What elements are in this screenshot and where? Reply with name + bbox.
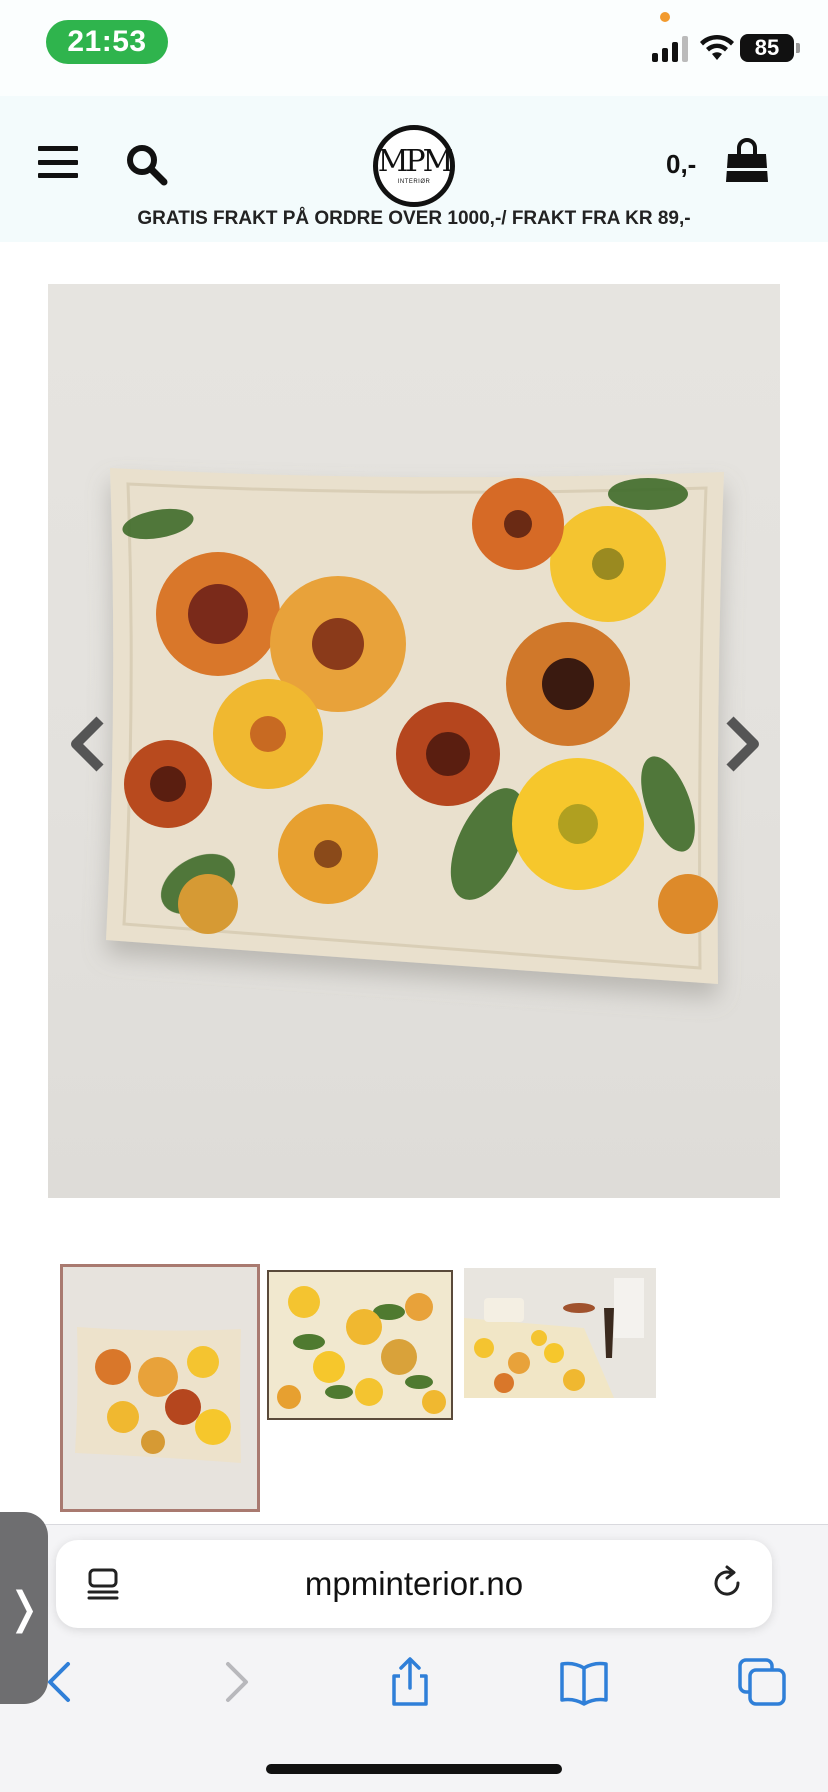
sunflower-pillow-image: [106, 468, 724, 984]
back-icon[interactable]: [34, 1656, 86, 1708]
site-logo[interactable]: MPM INTERIØR: [373, 125, 455, 207]
chevron-left-icon[interactable]: [64, 714, 114, 774]
battery-icon: 85: [740, 34, 800, 62]
shopping-bag-icon[interactable]: [724, 138, 770, 184]
home-indicator: [266, 1764, 562, 1774]
cart-total[interactable]: 0,-: [666, 149, 696, 180]
menu-icon[interactable]: [38, 146, 78, 178]
product-main-image[interactable]: [48, 284, 780, 1198]
thumbnail-strip: [60, 1264, 760, 1514]
reload-icon[interactable]: [708, 1564, 746, 1602]
url-address-bar[interactable]: mpminterior.no: [56, 1540, 772, 1628]
reader-icon[interactable]: [86, 1566, 120, 1602]
tabs-icon[interactable]: [736, 1656, 788, 1708]
status-bar: 21:53 85: [0, 0, 828, 96]
search-icon[interactable]: [124, 142, 168, 186]
forward-icon[interactable]: [210, 1656, 262, 1708]
logo-subtitle: INTERIØR: [397, 179, 431, 185]
share-icon[interactable]: [384, 1656, 436, 1708]
chevron-right-icon[interactable]: [716, 714, 766, 774]
thumbnail-bedroom-scene[interactable]: [464, 1268, 656, 1398]
privacy-indicator-dot: [660, 12, 670, 22]
bookmarks-icon[interactable]: [558, 1656, 610, 1708]
logo-mark: MPM: [377, 144, 454, 179]
wifi-icon: [700, 34, 734, 60]
cellular-signal-icon: [652, 36, 688, 62]
battery-level: 85: [754, 35, 780, 60]
site-header: MPM INTERIØR 0,- GRATIS FRAKT PÅ ORDRE O…: [0, 96, 828, 242]
url-text: mpminterior.no: [304, 1565, 524, 1602]
thumbnail-fabric-pattern[interactable]: [267, 1270, 453, 1420]
thumbnail-pillow-selected[interactable]: [60, 1264, 260, 1512]
status-time[interactable]: 21:53: [46, 20, 168, 64]
shipping-promo-banner: GRATIS FRAKT PÅ ORDRE OVER 1000,-/ FRAKT…: [137, 208, 691, 229]
